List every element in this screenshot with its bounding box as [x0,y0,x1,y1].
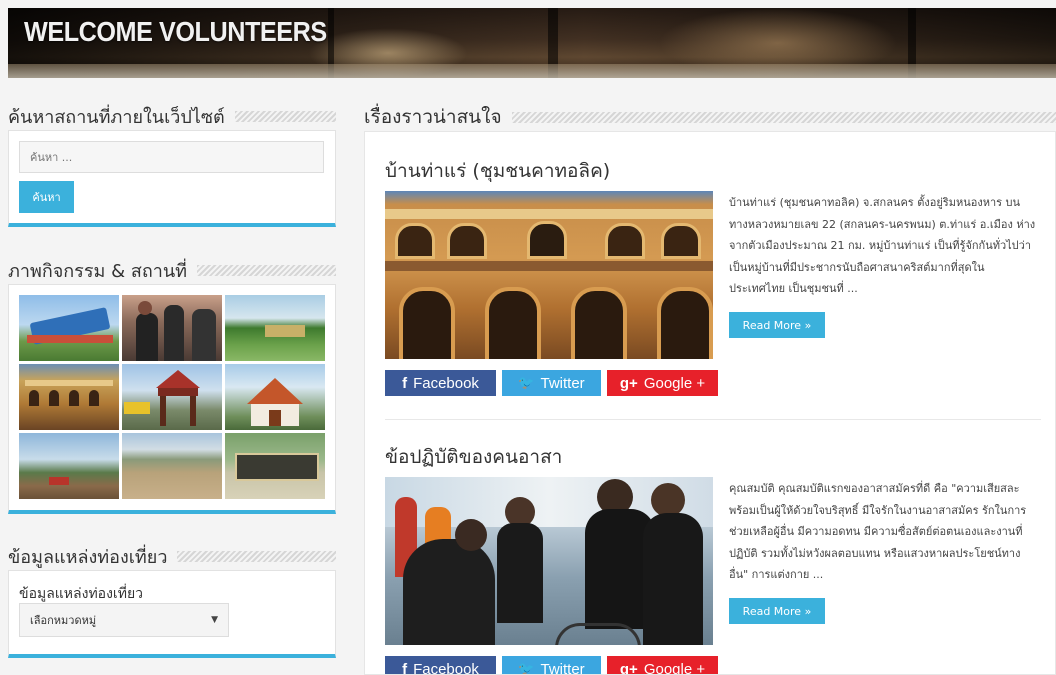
search-widget-title: ค้นหาสถานที่ภายในเว็ปไซต์ [8,104,336,128]
site-title: WELCOME VOLUNTEERS [24,16,327,47]
banner-floor [8,64,1056,78]
post-excerpt: คุณสมบัติ คุณสมบัติแรกของอาสาสมัครที่ดี … [729,482,1027,581]
tourism-widget-title-text: ข้อมูลแหล่งท่องเที่ยว [8,546,168,568]
search-button[interactable]: ค้นหา [19,181,74,213]
google-plus-icon: g+ [619,660,638,675]
gallery-thumb-temple[interactable] [225,364,325,430]
gallery-thumb-lake[interactable] [19,433,119,499]
gallery-thumb-riverside[interactable] [225,295,325,361]
google-plus-label: Google + [643,660,706,675]
post-title[interactable]: ข้อปฏิบัติของคนอาสา [385,442,562,472]
twitter-label: Twitter [540,660,585,675]
gallery-thumb-landscape[interactable] [122,433,222,499]
title-divider [177,550,336,562]
gallery-widget-title: ภาพกิจกรรม & สถานที่ [8,258,336,282]
facebook-share-button[interactable]: f Facebook [385,370,496,396]
twitter-icon: 🐦 [518,661,535,675]
gallery-thumb-colonial-building[interactable] [19,364,119,430]
twitter-share-button[interactable]: 🐦 Twitter [502,656,601,675]
gallery-thumb-village-sign[interactable] [19,295,119,361]
twitter-icon: 🐦 [518,375,535,390]
facebook-share-button[interactable]: f Facebook [385,656,496,675]
gallery-thumb-volunteers[interactable] [122,295,222,361]
tourism-widget: ข้อมูลแหล่งท่องเที่ยว เลือกหมวดหมู่ ▼ [8,570,336,658]
read-more-button[interactable]: Read More » [729,598,825,624]
search-widget: ค้นหา [8,130,336,227]
twitter-share-button[interactable]: 🐦 Twitter [502,370,601,396]
post-divider [385,419,1041,420]
posts-card: บ้านท่าแร่ (ชุมชนคาทอลิค) บ้านท่าแร่ (ชุ… [364,131,1056,675]
post-excerpt: บ้านท่าแร่ (ชุมชนคาทอลิค) จ.สกลนคร ตั้งอ… [729,196,1036,295]
read-more-button[interactable]: Read More » [729,312,825,338]
gallery-thumb-welcome-sign[interactable] [225,433,325,499]
gallery-thumb-gate-arch[interactable] [122,364,222,430]
google-plus-share-button[interactable]: g+ Google + [607,370,718,396]
search-widget-title-text: ค้นหาสถานที่ภายในเว็ปไซต์ [8,106,225,128]
search-input[interactable] [19,141,324,173]
facebook-icon: f [402,660,408,675]
post-title[interactable]: บ้านท่าแร่ (ชุมชนคาทอลิค) [385,156,610,186]
category-select-value: เลือกหมวดหมู่ [30,614,97,627]
google-plus-icon: g+ [619,374,638,392]
title-divider [197,264,336,276]
title-divider [511,111,1056,123]
post-image-ta-rae[interactable] [385,191,713,359]
featured-section-title-text: เรื่องราวน่าสนใจ [364,106,502,128]
google-plus-label: Google + [643,374,706,392]
featured-section-title: เรื่องราวน่าสนใจ [364,104,1056,130]
facebook-label: Facebook [413,660,479,675]
google-plus-share-button[interactable]: g+ Google + [607,656,718,675]
gallery-widget-title-text: ภาพกิจกรรม & สถานที่ [8,260,188,282]
gallery-widget [8,284,336,514]
facebook-label: Facebook [413,374,479,392]
tourism-widget-title: ข้อมูลแหล่งท่องเที่ยว [8,544,336,568]
facebook-icon: f [402,374,408,392]
twitter-label: Twitter [540,374,585,392]
post-image-volunteers[interactable] [385,477,713,645]
header-banner: WELCOME VOLUNTEERS [8,8,1056,78]
dropdown-arrow-icon: ▼ [211,615,218,625]
title-divider [234,110,336,122]
category-select[interactable]: เลือกหมวดหมู่ ▼ [19,603,229,637]
category-label: ข้อมูลแหล่งท่องเที่ยว [19,586,144,602]
gallery-grid [19,295,325,499]
